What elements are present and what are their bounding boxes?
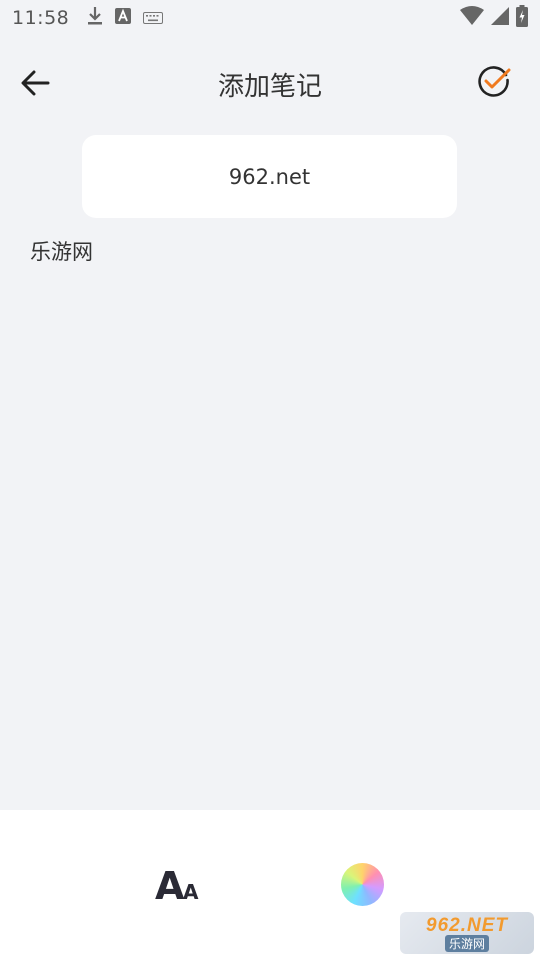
color-wheel-icon[interactable] [341, 863, 384, 906]
font-size-icon-small: A [183, 880, 199, 904]
watermark-top-text: 962.NET [426, 914, 508, 936]
keyboard-icon [143, 7, 164, 29]
font-size-icon-large: A [155, 864, 185, 908]
watermark-bottom-text: 乐游网 [444, 934, 489, 952]
status-time: 11:58 [12, 7, 70, 29]
save-button[interactable] [476, 64, 512, 100]
app-bar: 添加笔记 [0, 52, 540, 112]
wifi-icon [460, 5, 484, 31]
download-icon [87, 6, 103, 31]
signal-icon [490, 6, 510, 31]
font-a-icon [115, 7, 132, 29]
font-size-button[interactable]: A A [155, 862, 203, 910]
note-title-field[interactable]: 962.net [82, 135, 457, 218]
check-circle-icon [478, 66, 511, 97]
battery-icon [516, 4, 528, 32]
status-bar: 11:58 [0, 0, 540, 36]
watermark-logo: 962.NET 乐游网 [400, 912, 534, 954]
page-title: 添加笔记 [217, 72, 322, 102]
note-body-field[interactable]: 乐游网 [30, 236, 93, 266]
note-title-text: 962.net [228, 164, 311, 189]
